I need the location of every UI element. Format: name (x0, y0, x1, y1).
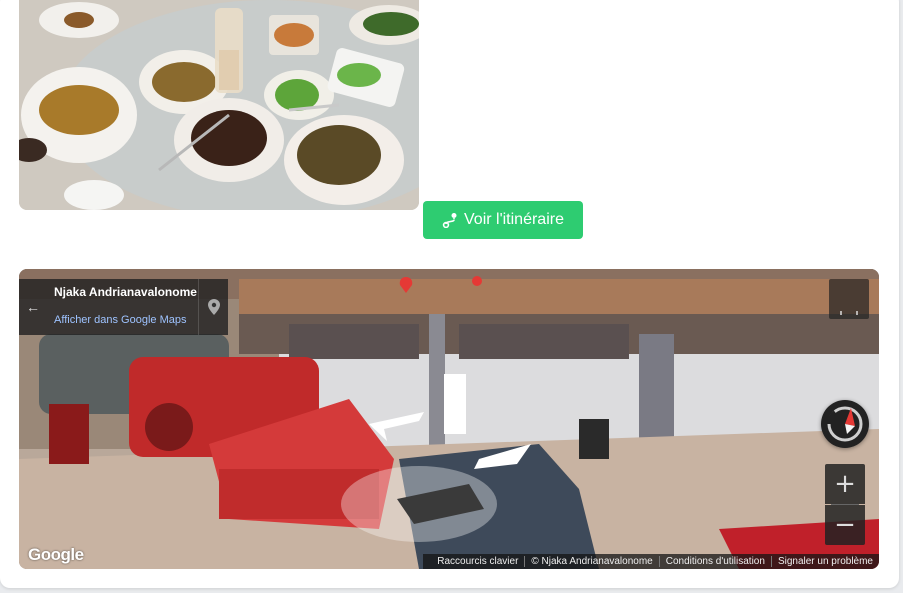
street-view-info-box: ← Njaka Andrianavalonome Afficher dans G… (19, 279, 228, 335)
fullscreen-button[interactable] (829, 279, 869, 319)
food-table-image (19, 0, 419, 210)
map-pin-button[interactable] (198, 279, 229, 335)
fullscreen-icon (840, 311, 858, 315)
arrow-left-icon[interactable]: ← (19, 279, 47, 335)
google-logo: Google (28, 545, 84, 564)
street-view-panel[interactable]: ← Njaka Andrianavalonome Afficher dans G… (19, 269, 879, 569)
view-in-google-maps-link[interactable]: Afficher dans Google Maps (54, 314, 186, 326)
route-button[interactable]: Voir l'itinéraire (423, 201, 583, 239)
terms-link[interactable]: Conditions d'utilisation (660, 556, 772, 567)
route-icon (442, 213, 457, 228)
restaurant-photo[interactable] (19, 0, 419, 210)
zoom-out-button[interactable]: − (825, 505, 865, 545)
keyboard-shortcuts-link[interactable]: Raccourcis clavier (431, 556, 526, 567)
street-view-footer: Raccourcis clavier © Njaka Andrianavalon… (423, 554, 879, 569)
route-button-label: Voir l'itinéraire (464, 211, 564, 228)
compass-control[interactable] (821, 400, 869, 448)
report-problem-link[interactable]: Signaler un problème (772, 556, 879, 567)
compass-icon (827, 406, 863, 442)
zoom-in-button[interactable]: + (825, 464, 865, 504)
copyright-text: © Njaka Andrianavalonome (525, 556, 660, 567)
place-name: Njaka Andrianavalonome (54, 285, 197, 299)
map-pin-icon (208, 299, 220, 315)
